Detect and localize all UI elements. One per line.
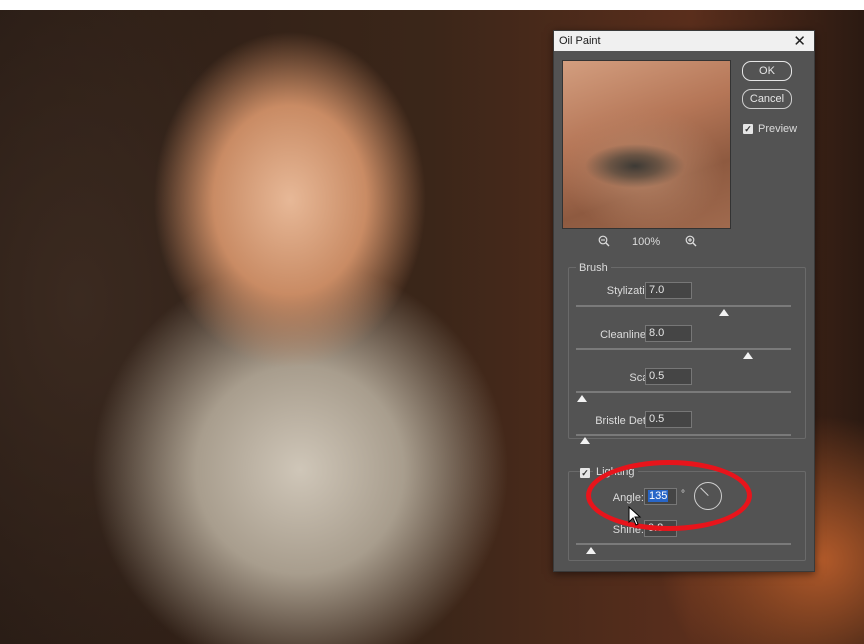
stylization-field[interactable]: 7.0 [645,282,692,299]
preview-checkbox[interactable]: ✓ [743,124,753,134]
scale-slider-thumb[interactable] [577,395,588,402]
stylization-slider[interactable] [576,305,791,307]
canvas-top-border [0,0,864,10]
brush-group-label: Brush [576,262,611,274]
close-icon[interactable]: ✕ [793,32,806,50]
bristle-detail-slider[interactable] [576,434,791,436]
zoom-out-icon[interactable] [598,235,610,250]
bristle-detail-slider-thumb[interactable] [579,437,590,444]
mouse-cursor-icon [628,506,642,526]
dialog-titlebar: Oil Paint ✕ [554,31,814,51]
shine-slider[interactable] [576,543,791,545]
cleanliness-field[interactable]: 8.0 [645,325,692,342]
cancel-button[interactable]: Cancel [742,89,792,109]
ok-button[interactable]: OK [742,61,792,81]
scale-slider[interactable] [576,391,791,393]
cleanliness-slider-thumb[interactable] [743,352,753,359]
cleanliness-slider[interactable] [576,348,791,350]
zoom-level: 100% [632,236,661,248]
lighting-checkbox[interactable]: ✓ [580,468,590,478]
shine-slider-thumb[interactable] [586,547,597,554]
preview-image[interactable] [562,60,731,229]
stylization-slider-thumb[interactable] [719,309,730,316]
preview-label: Preview [758,123,798,135]
scale-field[interactable]: 0.5 [645,368,692,385]
dialog-title: Oil Paint [559,35,601,47]
bristle-detail-field[interactable]: 0.5 [645,411,692,428]
annotation-circle [586,460,752,531]
zoom-in-icon[interactable] [685,235,697,250]
